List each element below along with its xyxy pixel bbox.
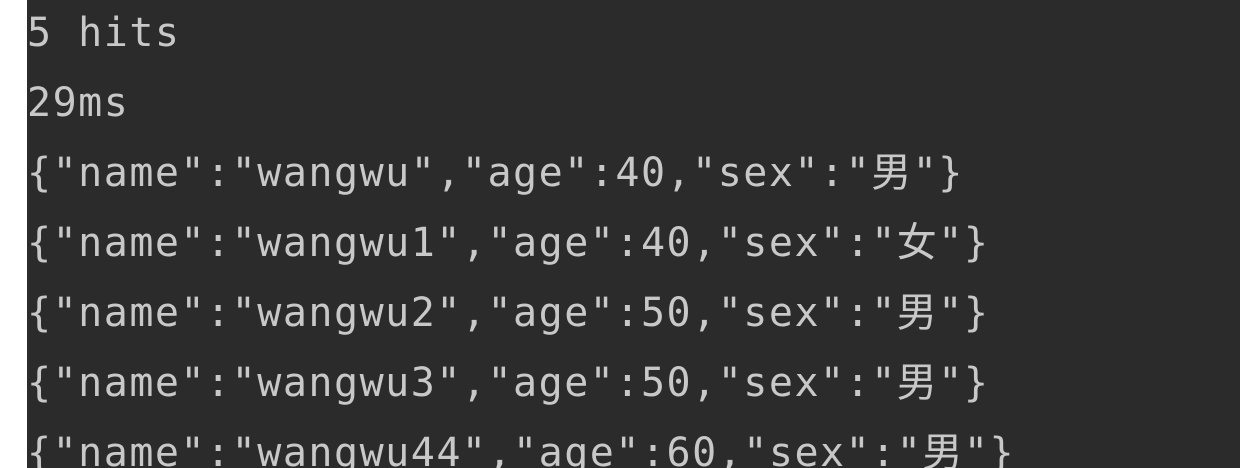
console-line-hit-count: 5 hits <box>27 10 181 56</box>
console-line-result: {"name":"wangwu","age":40,"sex":"男"} <box>27 150 964 196</box>
console-output[interactable]: 5 hits 29ms {"name":"wangwu","age":40,"s… <box>27 0 1240 468</box>
console-line-result: {"name":"wangwu2","age":50,"sex":"男"} <box>27 290 990 336</box>
console-line-result: {"name":"wangwu3","age":50,"sex":"男"} <box>27 360 990 406</box>
console-line-result: {"name":"wangwu44","age":60,"sex":"男"} <box>27 430 1016 468</box>
console-line-took-time: 29ms <box>27 80 130 126</box>
console-line-result: {"name":"wangwu1","age":40,"sex":"女"} <box>27 220 990 266</box>
